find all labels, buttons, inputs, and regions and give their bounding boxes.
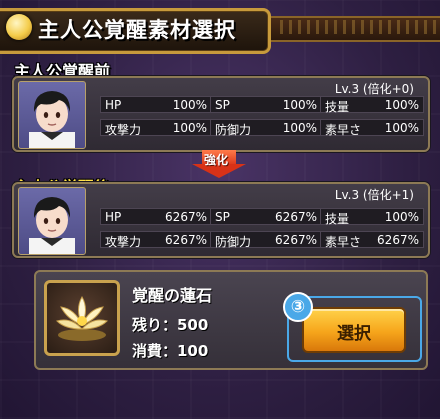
item-remaining: 残り：500 xyxy=(132,316,209,334)
hero-portrait-before xyxy=(18,81,86,149)
stat-value: 6267% xyxy=(165,210,207,224)
stat-defense-before: 防御力 100% xyxy=(210,119,322,137)
stat-label: 防御力 xyxy=(215,123,252,137)
stat-label: SP xyxy=(215,210,230,224)
lotus-stone-icon xyxy=(56,296,108,341)
stat-sp-after: SP 6267% xyxy=(210,208,322,225)
hero-avatar-icon xyxy=(29,91,75,148)
stat-hp-before: HP 100% xyxy=(100,96,212,113)
stat-attack-after: 攻撃力 6267% xyxy=(100,231,212,249)
step-number-badge: ③ xyxy=(283,292,313,322)
stat-speed-before: 素早さ 100% xyxy=(320,119,424,137)
stat-value: 100% xyxy=(384,98,419,112)
hero-portrait-after xyxy=(18,187,86,255)
stat-label: 技量 xyxy=(325,100,350,114)
stat-value: 100% xyxy=(282,98,317,112)
hero-avatar-icon xyxy=(29,197,75,254)
stat-label: 素早さ xyxy=(325,235,362,249)
stat-value: 6267% xyxy=(377,233,419,247)
stat-attack-before: 攻撃力 100% xyxy=(100,119,212,137)
stat-label: HP xyxy=(105,98,122,112)
stat-label: 防御力 xyxy=(215,235,252,249)
stat-value: 6267% xyxy=(275,233,317,247)
select-button[interactable]: 選択 xyxy=(302,307,406,353)
stat-label: HP xyxy=(105,210,122,224)
stat-skill-after: 技量 100% xyxy=(320,208,424,226)
before-panel: Lv.3 (倍化+0) HP 100% SP 100% 技量 100% 攻撃力 … xyxy=(12,76,430,152)
stat-speed-after: 素早さ 6267% xyxy=(320,231,424,249)
stat-value: 6267% xyxy=(275,210,317,224)
item-name: 覚醒の蓮石 xyxy=(132,286,213,305)
stat-value: 100% xyxy=(282,121,317,135)
item-consume: 消費：100 xyxy=(132,342,209,360)
stat-label: 攻撃力 xyxy=(105,235,142,249)
page-title: 主人公覚醒素材選択 xyxy=(38,18,236,42)
stat-label: 攻撃力 xyxy=(105,123,142,137)
stat-skill-before: 技量 100% xyxy=(320,96,424,114)
before-level: Lv.3 (倍化+0) xyxy=(334,82,414,96)
after-panel: Lv.3 (倍化+1) HP 6267% SP 6267% 技量 100% 攻撃… xyxy=(12,182,430,258)
stat-defense-after: 防御力 6267% xyxy=(210,231,322,249)
gold-coin-icon xyxy=(6,14,32,40)
header-pattern xyxy=(280,20,440,34)
enhance-label: 強化 xyxy=(204,153,229,167)
stat-value: 100% xyxy=(172,98,207,112)
stat-label: SP xyxy=(215,98,230,112)
after-level: Lv.3 (倍化+1) xyxy=(334,188,414,202)
stat-value: 100% xyxy=(384,210,419,224)
stat-value: 100% xyxy=(172,121,207,135)
stat-label: 技量 xyxy=(325,212,350,226)
stat-label: 素早さ xyxy=(325,123,362,137)
stat-value: 100% xyxy=(384,121,419,135)
stat-value: 6267% xyxy=(165,233,207,247)
stat-hp-after: HP 6267% xyxy=(100,208,212,225)
select-button-label: 選択 xyxy=(337,324,371,344)
item-frame xyxy=(44,280,120,356)
stat-sp-before: SP 100% xyxy=(210,96,322,113)
